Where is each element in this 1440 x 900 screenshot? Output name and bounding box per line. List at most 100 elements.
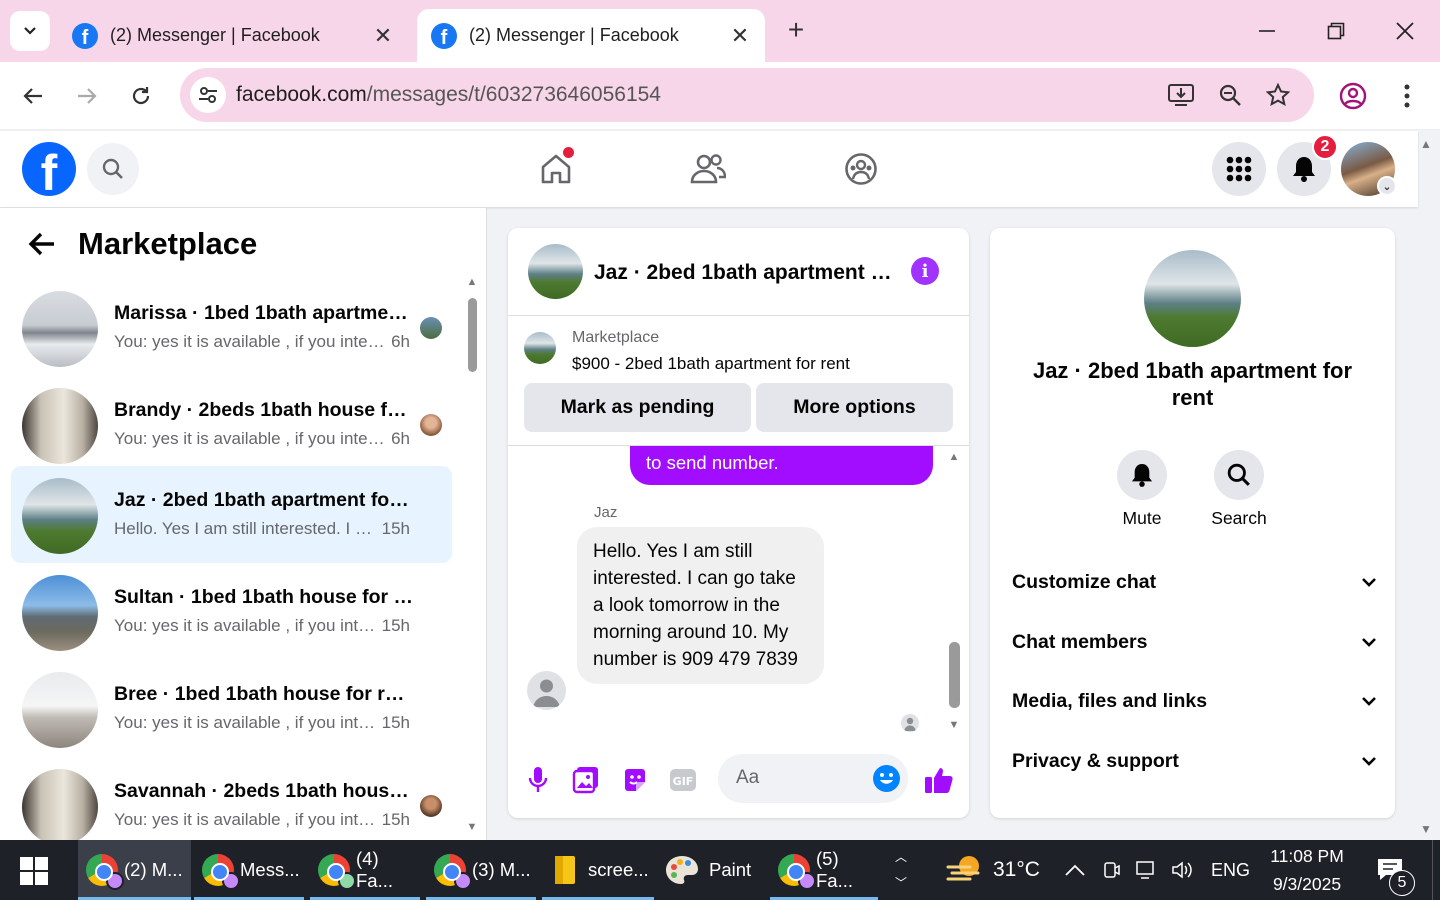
notifications-count-badge: 2 <box>1312 134 1338 160</box>
url-text[interactable]: facebook.com/messages/t/603273646056154 <box>236 83 661 107</box>
conversation-item-active[interactable]: Jaz · 2bed 1bath apartment for rent Hell… <box>11 466 452 563</box>
listing-source-label: Marketplace <box>572 329 660 346</box>
svg-text:GIF: GIF <box>673 775 694 788</box>
conversation-item[interactable]: Marissa · 1bed 1bath apartment for rent … <box>11 279 452 376</box>
microphone-icon[interactable] <box>522 764 554 796</box>
groups-nav-button[interactable] <box>836 145 886 193</box>
browser-menu-button[interactable] <box>1389 78 1425 114</box>
browser-tab-active[interactable]: f (2) Messenger | Facebook ✕ <box>417 9 765 62</box>
chevron-down-icon[interactable]: ﹀ <box>895 870 907 896</box>
show-hidden-icons-chevron-icon[interactable] <box>1064 863 1086 877</box>
chat-avatar[interactable] <box>528 244 583 299</box>
page-scroll-down-arrow[interactable]: ▼ <box>1420 822 1432 836</box>
section-label: Privacy & support <box>1012 749 1179 772</box>
mute-button[interactable]: Mute <box>1107 450 1177 529</box>
close-tab-icon[interactable]: ✕ <box>729 23 751 49</box>
sticker-icon[interactable] <box>619 764 651 796</box>
more-options-button[interactable]: More options <box>756 383 953 432</box>
message-input[interactable]: Aa <box>718 754 908 803</box>
tab-title: (2) Messenger | Facebook <box>469 25 679 45</box>
chat-scroll-down-arrow[interactable]: ▼ <box>948 719 960 731</box>
conversation-item[interactable]: Brandy · 2beds 1bath house for rent You:… <box>11 376 452 473</box>
profile-button[interactable] <box>1335 78 1371 114</box>
taskbar-item[interactable]: Mess... <box>194 840 304 900</box>
conversation-avatar <box>22 575 98 651</box>
conversation-avatar <box>22 769 98 840</box>
search-icon <box>102 158 123 179</box>
new-tab-button[interactable]: + <box>782 16 810 44</box>
taskbar-item[interactable]: (4) Fa... <box>310 840 420 900</box>
friends-nav-button[interactable] <box>683 145 733 193</box>
chat-scroll-up-arrow[interactable]: ▲ <box>948 451 960 463</box>
minimize-button[interactable] <box>1250 14 1284 48</box>
privacy-support-section[interactable]: Privacy & support <box>1012 741 1377 781</box>
show-desktop-button[interactable] <box>1432 840 1440 900</box>
zoom-icon[interactable] <box>1215 80 1245 110</box>
chat-members-section[interactable]: Chat members <box>1012 622 1377 662</box>
customize-chat-section[interactable]: Customize chat <box>1012 562 1377 602</box>
volume-icon[interactable] <box>1171 860 1195 880</box>
conversation-preview: You: yes it is available , if you intere… <box>114 810 410 829</box>
meet-now-icon[interactable] <box>1101 860 1121 880</box>
chat-header: Jaz · 2bed 1bath apartment for rent i <box>508 228 969 316</box>
listing-thumbnail[interactable] <box>524 332 556 364</box>
taskbar-item[interactable]: (2) M... <box>78 840 191 900</box>
conversation-item[interactable]: Savannah · 2beds 1bath house for rent Yo… <box>11 757 452 840</box>
close-tab-icon[interactable]: ✕ <box>372 23 394 49</box>
clock[interactable]: 11:08 PM 9/3/2025 <box>1262 840 1352 900</box>
tab-title: (2) Messenger | Facebook <box>110 25 320 45</box>
sidebar-scrollbar-thumb[interactable] <box>468 298 477 372</box>
conversation-item[interactable]: Bree · 1bed 1bath house for rent You: ye… <box>11 660 452 757</box>
close-window-button[interactable] <box>1388 14 1422 48</box>
language-indicator[interactable]: ENG <box>1211 860 1250 881</box>
mark-as-pending-button[interactable]: Mark as pending <box>524 383 751 432</box>
scroll-down-arrow[interactable]: ▼ <box>466 821 478 833</box>
browser-tab[interactable]: f (2) Messenger | Facebook ✕ <box>58 9 408 62</box>
friends-icon <box>690 154 726 184</box>
reload-button[interactable] <box>123 78 159 114</box>
listing-title[interactable]: $900 - 2bed 1bath apartment for rent <box>572 354 850 374</box>
page-scroll-up-arrow[interactable]: ▲ <box>1420 137 1432 151</box>
sender-avatar[interactable] <box>527 671 566 710</box>
taskbar-scroll-arrows[interactable]: ︿ ﹀ <box>893 840 909 900</box>
menu-grid-button[interactable] <box>1212 142 1266 196</box>
temperature: 31°C <box>993 858 1040 881</box>
search-in-conversation-button[interactable]: Search <box>1204 450 1274 529</box>
home-nav-button[interactable] <box>531 145 581 193</box>
taskbar-item[interactable]: Paint <box>657 840 767 900</box>
chat-scrollbar-thumb[interactable] <box>949 642 960 708</box>
sidebar-header: Marketplace <box>28 226 257 262</box>
facebook-logo-icon[interactable]: f <box>22 142 76 196</box>
photo-icon[interactable] <box>570 764 602 796</box>
tab-search-button[interactable] <box>10 11 50 51</box>
media-files-links-section[interactable]: Media, files and links <box>1012 681 1377 721</box>
network-icon[interactable] <box>1135 860 1159 880</box>
folder-icon <box>555 856 575 884</box>
taskbar-item[interactable]: (3) M... <box>426 840 536 900</box>
back-arrow-icon[interactable] <box>28 231 56 257</box>
chat-title[interactable]: Jaz · 2bed 1bath apartment for rent <box>594 261 894 285</box>
address-bar[interactable]: facebook.com/messages/t/603273646056154 <box>180 68 1314 122</box>
scroll-up-arrow[interactable]: ▲ <box>466 276 478 288</box>
gif-icon[interactable]: GIF <box>667 764 699 796</box>
weather-widget[interactable]: 31°C <box>945 840 1040 900</box>
mute-label: Mute <box>1122 508 1162 528</box>
bookmark-star-icon[interactable] <box>1263 80 1293 110</box>
site-info-button[interactable] <box>190 77 226 113</box>
account-chevron-icon[interactable]: ⌄ <box>1377 176 1397 196</box>
sidebar-title: Marketplace <box>78 226 258 261</box>
like-thumb-icon[interactable] <box>923 764 955 796</box>
contact-avatar[interactable] <box>1144 250 1241 347</box>
taskbar-item[interactable]: scree... <box>542 840 654 900</box>
conversation-item[interactable]: Sultan · 1bed 1bath house for rent You: … <box>11 563 452 660</box>
back-button[interactable] <box>15 78 51 114</box>
chevron-up-icon[interactable]: ︿ <box>895 844 907 870</box>
restore-button[interactable] <box>1319 14 1353 48</box>
install-app-icon[interactable] <box>1166 80 1196 110</box>
info-icon[interactable]: i <box>911 257 939 285</box>
emoji-icon[interactable] <box>873 765 900 792</box>
facebook-search-button[interactable] <box>87 143 139 195</box>
taskbar-item[interactable]: (5) Fa... <box>770 840 878 900</box>
forward-button[interactable] <box>69 78 105 114</box>
windows-start-icon[interactable] <box>20 857 48 885</box>
